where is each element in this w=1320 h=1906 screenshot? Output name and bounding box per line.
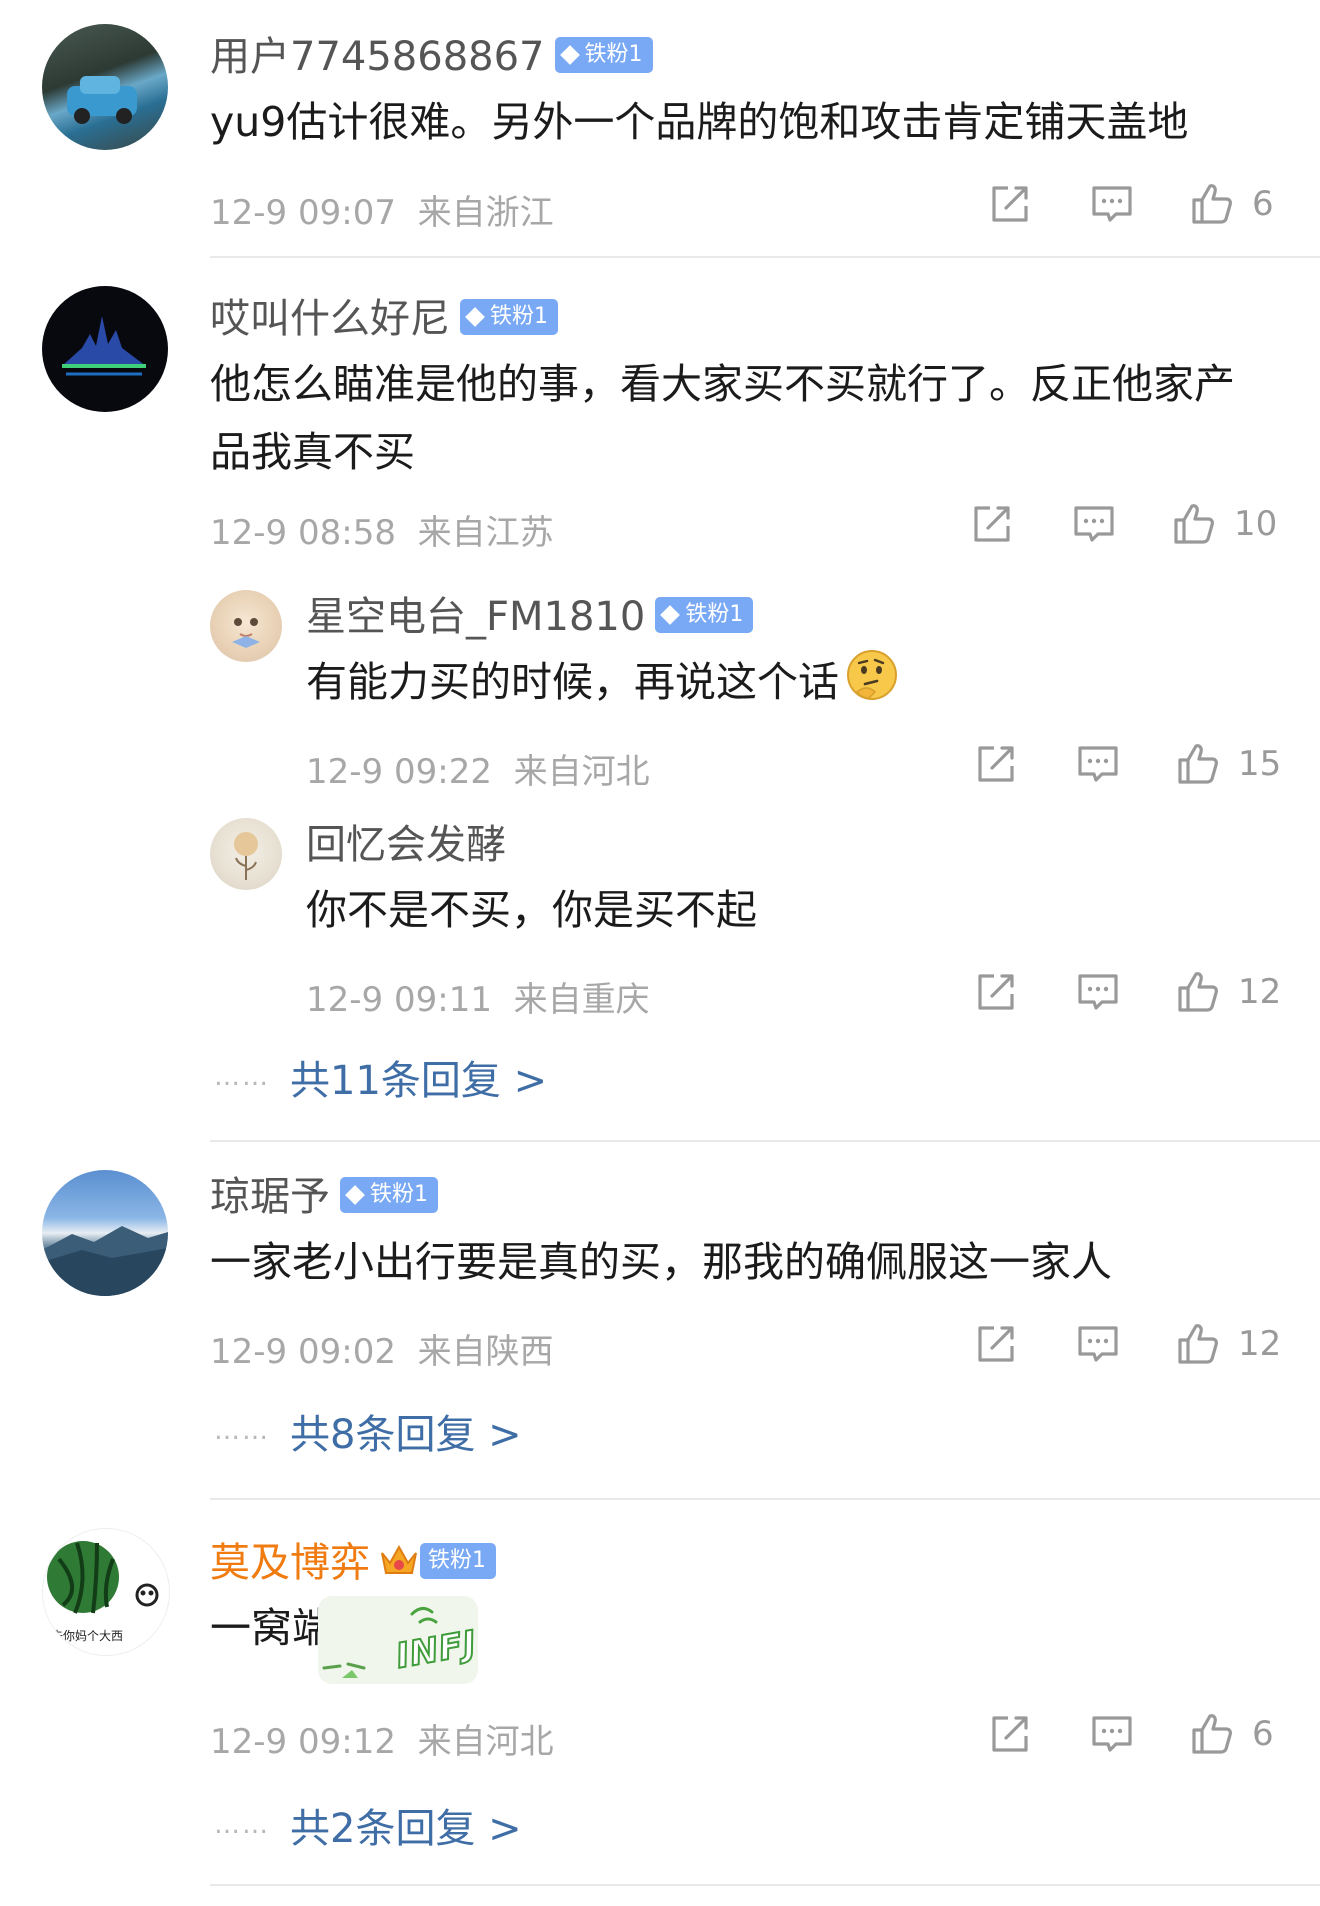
like-icon[interactable]: [1174, 740, 1222, 788]
action-bar: 15: [966, 740, 1296, 790]
username[interactable]: 哎叫什么好尼 铁粉1: [210, 286, 558, 344]
comment-text: 一家老小出行要是真的买，那我的确佩服这一家人: [210, 1238, 1112, 1286]
infj-sticker: INFJ: [312, 1592, 482, 1688]
like-count: 12: [1238, 1324, 1282, 1364]
ellipsis: ……: [214, 1062, 270, 1092]
comment-icon[interactable]: [1074, 1320, 1122, 1368]
reply-username[interactable]: 星空电台_FM1810 铁粉1: [306, 584, 754, 642]
fan-badge: 铁粉1: [420, 1543, 496, 1579]
crown-icon: [378, 1541, 420, 1589]
comment-icon[interactable]: [1074, 740, 1122, 788]
like-icon[interactable]: [1174, 1320, 1222, 1368]
reply-avatar[interactable]: [210, 818, 282, 890]
like-count: 12: [1238, 972, 1282, 1012]
share-icon[interactable]: [972, 1320, 1020, 1368]
more-replies-link[interactable]: 共11条回复 >: [290, 1058, 547, 1104]
avatar[interactable]: [42, 1170, 168, 1296]
avatar[interactable]: [42, 286, 168, 412]
share-icon[interactable]: [972, 968, 1020, 1016]
comment-icon[interactable]: [1070, 500, 1118, 548]
share-icon[interactable]: [986, 180, 1034, 228]
share-icon[interactable]: [972, 740, 1020, 788]
divider: [210, 256, 1320, 258]
more-replies-link[interactable]: 共8条回复 >: [290, 1412, 522, 1458]
more-replies[interactable]: …… 共8条回复 >: [214, 1402, 522, 1460]
diamond-icon: [465, 307, 485, 327]
like-count: 10: [1234, 504, 1278, 544]
comment-meta: 12-9 09:02 来自陕西: [210, 1332, 554, 1372]
reply-text: 你不是不买，你是买不起: [306, 886, 757, 934]
action-bar: 6: [980, 180, 1280, 230]
like-count: 6: [1252, 1714, 1274, 1754]
username[interactable]: 莫及博弈 铁粉1: [210, 1530, 496, 1589]
username[interactable]: 琼琚予 铁粉1: [210, 1164, 438, 1222]
more-replies[interactable]: …… 共11条回复 >: [214, 1048, 547, 1106]
reply-meta: 12-9 09:11 来自重庆: [306, 980, 650, 1020]
reply-text: 有能力买的时候，再说这个话: [306, 648, 1266, 722]
action-bar: 12: [966, 968, 1296, 1018]
reply-meta: 12-9 09:22 来自河北: [306, 752, 650, 792]
action-bar: 10: [962, 500, 1292, 550]
avatar-caption: 去你妈个大西: [51, 1629, 124, 1643]
reply-avatar[interactable]: [210, 590, 282, 662]
share-icon[interactable]: [968, 500, 1016, 548]
like-icon[interactable]: [1188, 180, 1236, 228]
like-count: 15: [1238, 744, 1282, 784]
avatar[interactable]: [42, 24, 168, 150]
diamond-icon: [660, 605, 681, 625]
comment-text: 他怎么瞄准是他的事，看大家买不买就行了。反正他家产品我真不买: [210, 360, 1235, 476]
ellipsis: ……: [214, 1416, 270, 1446]
more-replies[interactable]: …… 共2条回复 >: [214, 1796, 522, 1854]
like-icon[interactable]: [1174, 968, 1222, 1016]
reply-username[interactable]: 回忆会发酵: [306, 812, 506, 870]
share-icon[interactable]: [986, 1710, 1034, 1758]
comment-item: 用户7745868867 铁粉1 yu9估计很难。另外一个品牌的饱和攻击肯定铺天盖…: [0, 0, 1320, 258]
fan-badge: 铁粉1: [460, 299, 558, 335]
comment-item: 哎叫什么好尼 铁粉1 他怎么瞄准是他的事，看大家买不买就行了。反正他家产品我真不买…: [0, 262, 1320, 1134]
fan-badge: 铁粉1: [340, 1177, 438, 1213]
comment-icon[interactable]: [1088, 180, 1136, 228]
like-count: 6: [1252, 184, 1274, 224]
thinking-emoji: [845, 648, 899, 722]
comment-meta: 12-9 08:58 来自江苏: [210, 513, 554, 553]
like-icon[interactable]: [1170, 500, 1218, 548]
comment-text: 一窝端?: [210, 1604, 355, 1652]
fan-badge: 铁粉1: [554, 37, 653, 73]
avatar[interactable]: 去你妈个大西: [42, 1528, 170, 1656]
comment-icon[interactable]: [1088, 1710, 1136, 1758]
ellipsis: ……: [214, 1810, 270, 1840]
more-replies-link[interactable]: 共2条回复 >: [290, 1806, 522, 1852]
comment-meta: 12-9 09:07 来自浙江: [210, 193, 554, 233]
action-bar: 12: [966, 1320, 1296, 1370]
comment-meta: 12-9 09:12 来自河北: [210, 1722, 554, 1762]
divider: [210, 1884, 1320, 1886]
like-icon[interactable]: [1188, 1710, 1236, 1758]
fan-badge: 铁粉1: [655, 597, 754, 633]
comment-item: 琼琚予 铁粉1 一家老小出行要是真的买，那我的确佩服这一家人 12-9 09:02…: [0, 1142, 1320, 1498]
diamond-icon: [345, 1185, 365, 1205]
comment-item: 去你妈个大西 莫及博弈 铁粉1 一窝端? INFJ 12-9 09:12 来自河北…: [0, 1500, 1320, 1884]
action-bar: 6: [980, 1710, 1280, 1760]
comment-icon[interactable]: [1074, 968, 1122, 1016]
username[interactable]: 用户7745868867 铁粉1: [210, 24, 653, 82]
comment-text: yu9估计很难。另外一个品牌的饱和攻击肯定铺天盖地: [210, 98, 1189, 146]
diamond-icon: [559, 45, 580, 65]
